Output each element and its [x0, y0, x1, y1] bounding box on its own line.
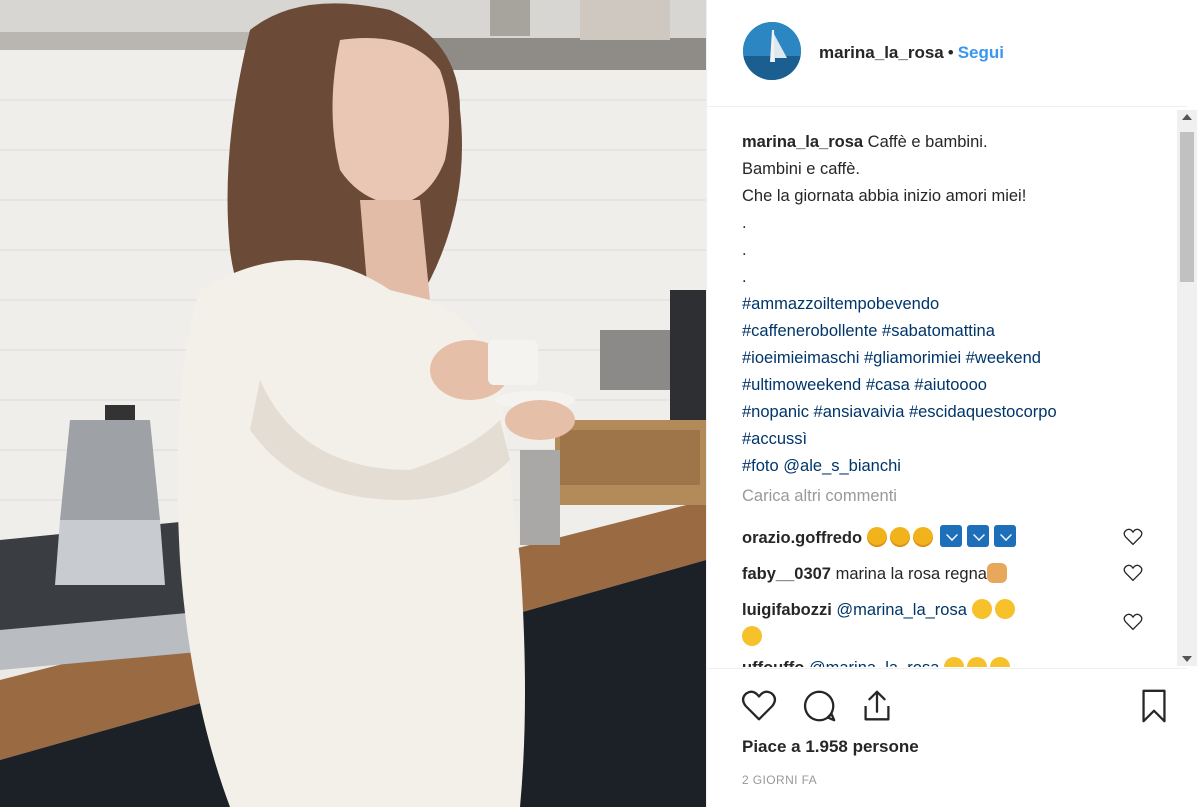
comment-username[interactable]: faby__0307 [742, 565, 831, 583]
follow-button[interactable]: Segui [958, 43, 1004, 62]
header-user-line: marina_la_rosa • Segui [819, 42, 1004, 64]
woman-emoji-icon [986, 563, 1007, 583]
caption-line: Caffè e bambini. [867, 133, 988, 151]
avatar[interactable] [743, 22, 801, 80]
post-photo [0, 0, 706, 807]
yum-emoji-icon [966, 657, 987, 667]
share-icon[interactable] [858, 687, 896, 725]
yum-emoji-icon [994, 599, 1015, 619]
yum-emoji-icon [742, 626, 762, 646]
comments-section: marina_la_rosa Caffè e bambini. Bambini … [707, 107, 1177, 667]
caption-line: Che la giornata abbia inizio amori miei! [742, 187, 1027, 205]
caption-author[interactable]: marina_la_rosa [742, 133, 863, 151]
caption-line: Bambini e caffè. [742, 160, 861, 178]
comment-username[interactable]: uffouffo [742, 659, 804, 667]
hashtag-foto[interactable]: #foto [742, 457, 779, 475]
header-separator: • [947, 43, 954, 62]
heart-eyes-emoji-icon [889, 527, 910, 547]
comment-mention[interactable]: @marina_la_rosa [836, 601, 966, 619]
scroll-down-arrow-icon[interactable] [1182, 656, 1192, 662]
kitchen-photo-image [0, 0, 706, 807]
comment-mention[interactable]: @marina_la_rosa [809, 659, 939, 667]
caption-line: . [742, 241, 747, 259]
yum-emoji-icon [943, 657, 964, 667]
post-date: 2 GIORNI FA [742, 773, 818, 787]
like-comment-icon[interactable] [1123, 564, 1143, 582]
blue-box-emoji-icon [994, 525, 1017, 547]
scroll-up-arrow-icon[interactable] [1182, 114, 1192, 120]
comment-item: faby__0307 marina la rosa regna [742, 561, 1142, 588]
comments-scrollbar[interactable] [1177, 110, 1197, 666]
yum-emoji-icon [989, 657, 1010, 667]
likes-count[interactable]: Piace a 1.958 persone [742, 737, 919, 757]
hashtag-line[interactable]: #ammazzoiltempobevendo [742, 291, 1162, 318]
hashtag-line[interactable]: #accussì [742, 426, 1162, 453]
yum-emoji-icon [971, 599, 992, 619]
comment-item: orazio.goffredo [742, 525, 1142, 552]
comment-icon[interactable] [800, 687, 838, 725]
comment-username[interactable]: luigifabozzi [742, 601, 832, 619]
heart-icon[interactable] [740, 687, 778, 725]
post-actions: Piace a 1.958 persone 2 GIORNI FA [707, 668, 1187, 808]
header-username[interactable]: marina_la_rosa [819, 43, 944, 62]
post-caption: marina_la_rosa Caffè e bambini. Bambini … [742, 129, 1162, 480]
like-comment-icon[interactable] [1123, 528, 1143, 546]
heart-eyes-emoji-icon [912, 527, 933, 547]
comment-item: uffouffo @marina_la_rosa [742, 655, 1142, 667]
hashtag-line[interactable]: #caffenerobollente #sabatomattina [742, 318, 1162, 345]
scroll-thumb[interactable] [1180, 132, 1194, 282]
bookmark-icon[interactable] [1135, 687, 1173, 725]
comment-item-continued [742, 624, 1142, 651]
hashtag-line[interactable]: #ioeimieimaschi #gliamorimiei #weekend [742, 345, 1162, 372]
caption-line: . [742, 268, 747, 286]
load-more-comments[interactable]: Carica altri commenti [742, 487, 897, 506]
post-panel: marina_la_rosa • Segui marina_la_rosa Caff… [706, 0, 1200, 807]
caption-line: . [742, 214, 747, 232]
post-header: marina_la_rosa • Segui [707, 0, 1187, 107]
comment-text: marina la rosa regna [835, 565, 987, 583]
comment-item: luigifabozzi @marina_la_rosa [742, 597, 1142, 624]
photo-credit-mention[interactable]: @ale_s_bianchi [783, 457, 901, 475]
hashtag-line[interactable]: #ultimoweekend #casa #aiutoooo [742, 372, 1162, 399]
heart-eyes-emoji-icon [866, 527, 887, 547]
like-comment-icon[interactable] [1123, 613, 1143, 631]
comment-emojis [866, 525, 1022, 547]
hashtag-line[interactable]: #nopanic #ansiavaivia #escidaquestocorpo [742, 399, 1162, 426]
comment-username[interactable]: orazio.goffredo [742, 529, 862, 547]
blue-box-emoji-icon [967, 525, 990, 547]
blue-box-emoji-icon [940, 525, 963, 547]
